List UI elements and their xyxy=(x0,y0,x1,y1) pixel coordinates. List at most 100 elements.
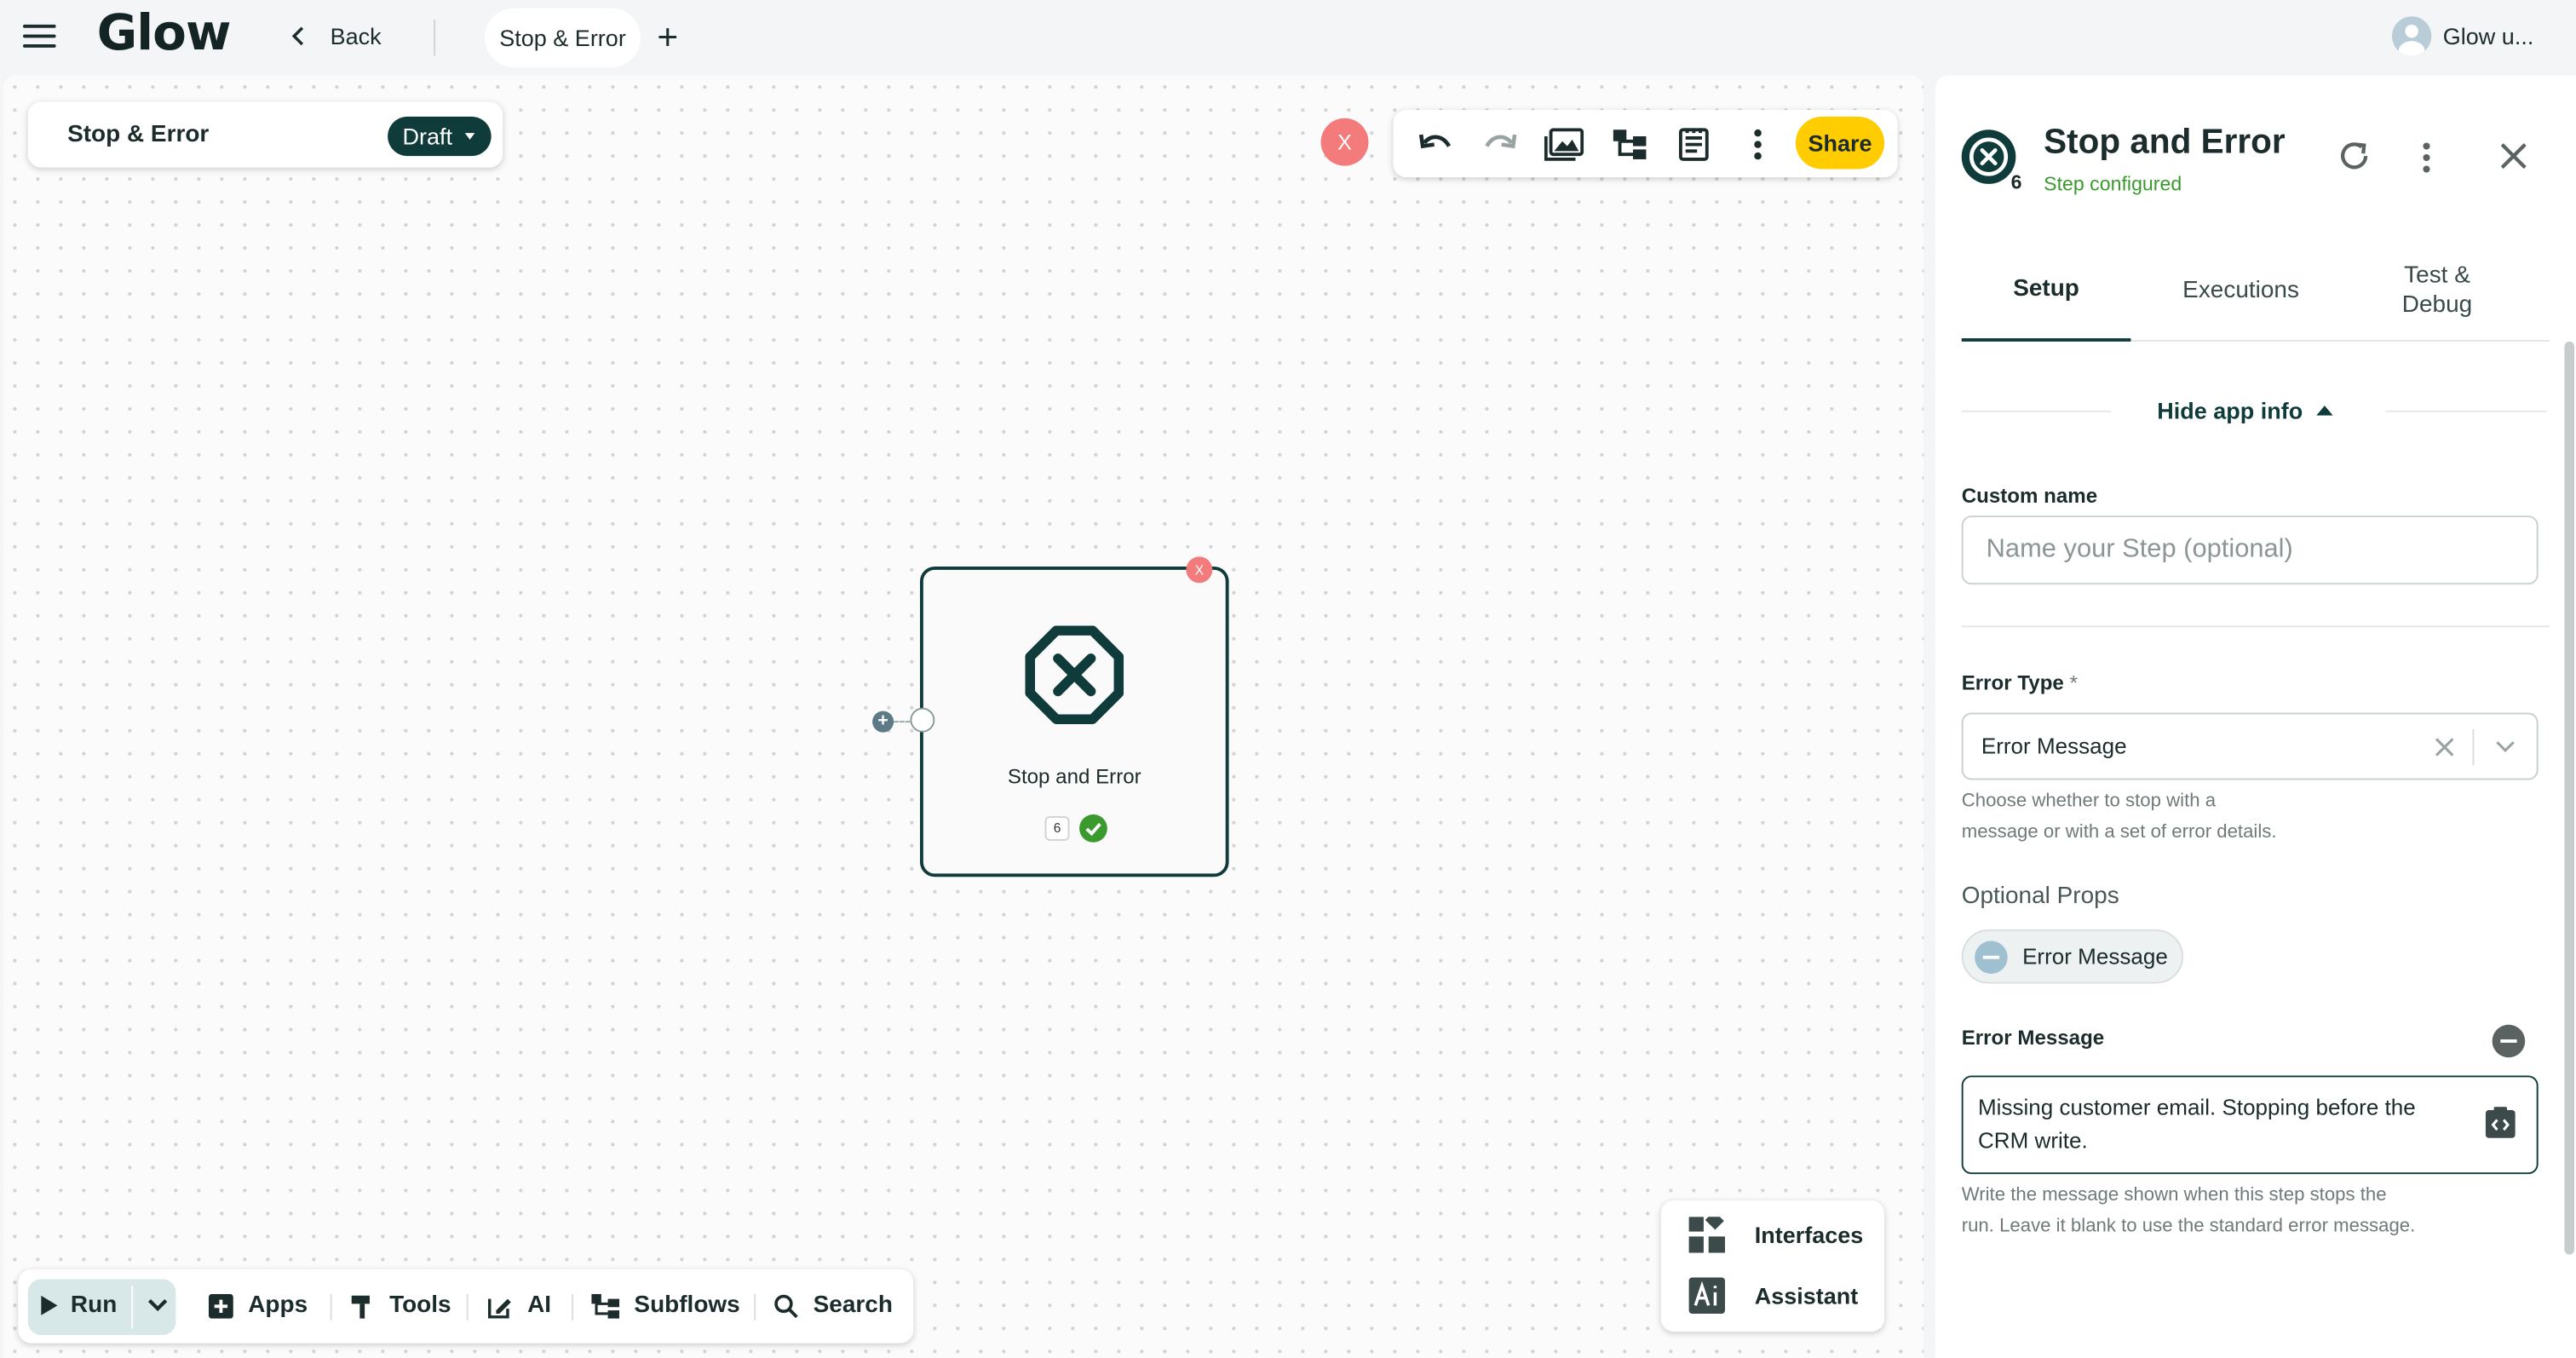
share-button[interactable]: Share xyxy=(1795,116,1885,170)
back-label: Back xyxy=(330,22,382,49)
node-step-number: 6 xyxy=(1044,815,1070,841)
search-button[interactable]: Search xyxy=(773,1292,893,1319)
optional-props-label: Optional Props xyxy=(1961,883,2119,910)
structure-icon[interactable] xyxy=(1610,124,1649,164)
step-status: Step configured xyxy=(2044,172,2182,196)
user-menu[interactable]: Glow u... xyxy=(2391,16,2534,56)
custom-name-placeholder: Name your Step (optional) xyxy=(1986,535,2293,564)
more-vertical-icon[interactable] xyxy=(1738,124,1777,164)
step-number: 6 xyxy=(2010,170,2022,194)
clear-icon[interactable] xyxy=(2435,737,2454,757)
search-icon xyxy=(774,1293,798,1318)
refresh-icon[interactable] xyxy=(2336,138,2372,174)
more-vertical-icon[interactable] xyxy=(2422,141,2432,175)
tab-executions[interactable]: Executions xyxy=(2155,239,2326,342)
optional-prop-chip[interactable]: Error Message xyxy=(1961,929,2184,984)
node-title: Stop and Error xyxy=(1007,765,1141,789)
app-root: Glow Back Stop & Error + Glow u... Stop … xyxy=(0,0,2576,1358)
caret-up-icon xyxy=(2315,406,2332,416)
panel-scrollbar[interactable] xyxy=(2564,341,2575,1255)
panel-title: Stop and Error xyxy=(2044,123,2286,161)
caret-down-icon xyxy=(465,133,476,140)
avatar xyxy=(2391,16,2432,56)
tab-setup[interactable]: Setup xyxy=(1961,239,2131,342)
flow-name[interactable]: Stop & Error xyxy=(67,122,209,148)
node-input-handle[interactable] xyxy=(910,707,935,733)
tab-test-debug[interactable]: Test & Debug xyxy=(2360,239,2513,342)
remove-field-icon[interactable] xyxy=(2492,1024,2526,1058)
bottom-toolbar: Run Apps Tools AI Subflows Search xyxy=(18,1269,914,1344)
chevron-down-icon[interactable] xyxy=(147,1294,170,1317)
divider xyxy=(466,1293,469,1321)
tools-label: Tools xyxy=(389,1292,451,1319)
menu-icon[interactable] xyxy=(22,23,56,49)
custom-name-input[interactable]: Name your Step (optional) xyxy=(1961,515,2539,585)
redo-icon[interactable] xyxy=(1481,124,1520,164)
interfaces-label: Interfaces xyxy=(1754,1222,1864,1248)
status-dropdown[interactable]: Draft xyxy=(388,116,492,157)
notes-icon[interactable] xyxy=(1674,124,1713,164)
user-name: Glow u... xyxy=(2442,22,2534,49)
error-message-input[interactable]: Missing customer email. Stopping before … xyxy=(1961,1075,2539,1175)
optional-chip-label: Error Message xyxy=(2022,944,2168,970)
apps-button[interactable]: Apps xyxy=(208,1292,308,1319)
stop-error-icon xyxy=(1025,625,1124,725)
undo-icon[interactable] xyxy=(1416,124,1455,164)
custom-name-label: Custom name xyxy=(1961,484,2098,508)
interfaces-icon xyxy=(1688,1217,1725,1253)
divider xyxy=(131,1286,134,1329)
back-button[interactable]: Back xyxy=(290,22,382,49)
error-badge[interactable]: X xyxy=(1320,118,1369,166)
flow-node[interactable]: Stop and Error 6 xyxy=(919,566,1229,878)
flow-name-card: Stop & Error Draft xyxy=(27,101,503,168)
code-icon[interactable] xyxy=(2484,1107,2517,1140)
chevron-left-icon xyxy=(291,26,304,46)
subflows-label: Subflows xyxy=(634,1292,740,1319)
ai-assistant-icon xyxy=(1688,1277,1725,1314)
divider xyxy=(330,1293,332,1321)
hammer-icon xyxy=(351,1294,370,1318)
run-button[interactable]: Run xyxy=(27,1279,176,1336)
panel-tabs: Setup Executions Test & Debug xyxy=(1961,239,2550,342)
remove-icon xyxy=(1975,940,2008,974)
error-type-value: Error Message xyxy=(1981,734,2127,759)
node-error-badge[interactable]: X xyxy=(1186,556,1213,584)
ai-button[interactable]: AI xyxy=(487,1292,552,1319)
subflows-button[interactable]: Subflows xyxy=(591,1292,740,1319)
add-tab-icon[interactable]: + xyxy=(657,16,678,59)
canvas-toolbar: Share xyxy=(1393,110,1898,178)
tab-stop-error[interactable]: Stop & Error xyxy=(484,8,641,68)
close-icon[interactable] xyxy=(2498,141,2528,171)
top-bar: Glow Back Stop & Error + Glow u... xyxy=(0,0,2576,76)
plus-square-icon xyxy=(208,1292,233,1318)
hide-app-info-toggle[interactable]: Hide app info xyxy=(1961,396,2547,429)
hide-app-info-label: Hide app info xyxy=(2157,397,2303,424)
side-tools-card: Interfaces Assistant xyxy=(1660,1200,1885,1332)
chevron-down-icon[interactable] xyxy=(2494,737,2517,757)
error-message-hint: Write the message shown when this step s… xyxy=(1961,1185,2416,1236)
ai-label: AI xyxy=(527,1292,552,1319)
gallery-icon[interactable] xyxy=(1544,124,1584,164)
search-label: Search xyxy=(813,1292,893,1319)
connector-line xyxy=(894,721,911,723)
tools-button[interactable]: Tools xyxy=(350,1292,451,1319)
app-logo: Glow xyxy=(96,4,232,63)
divider xyxy=(1961,625,2550,628)
error-type-label-text: Error Type xyxy=(1961,671,2064,695)
divider xyxy=(2472,728,2475,766)
run-label: Run xyxy=(70,1292,118,1319)
play-icon xyxy=(41,1295,58,1315)
apps-label: Apps xyxy=(248,1292,308,1319)
assistant-button[interactable]: Assistant xyxy=(1688,1277,1859,1314)
error-type-select[interactable]: Error Message xyxy=(1961,712,2539,780)
status-label: Draft xyxy=(402,123,453,150)
divider xyxy=(754,1293,756,1321)
divider xyxy=(572,1293,574,1321)
error-message-label: Error Message xyxy=(1961,1026,2105,1050)
assistant-label: Assistant xyxy=(1754,1282,1859,1309)
required-mark: * xyxy=(2069,671,2078,695)
ai-edit-icon xyxy=(487,1298,511,1318)
add-step-icon[interactable]: + xyxy=(872,711,894,733)
interfaces-button[interactable]: Interfaces xyxy=(1688,1217,1864,1253)
check-icon xyxy=(1079,814,1107,843)
